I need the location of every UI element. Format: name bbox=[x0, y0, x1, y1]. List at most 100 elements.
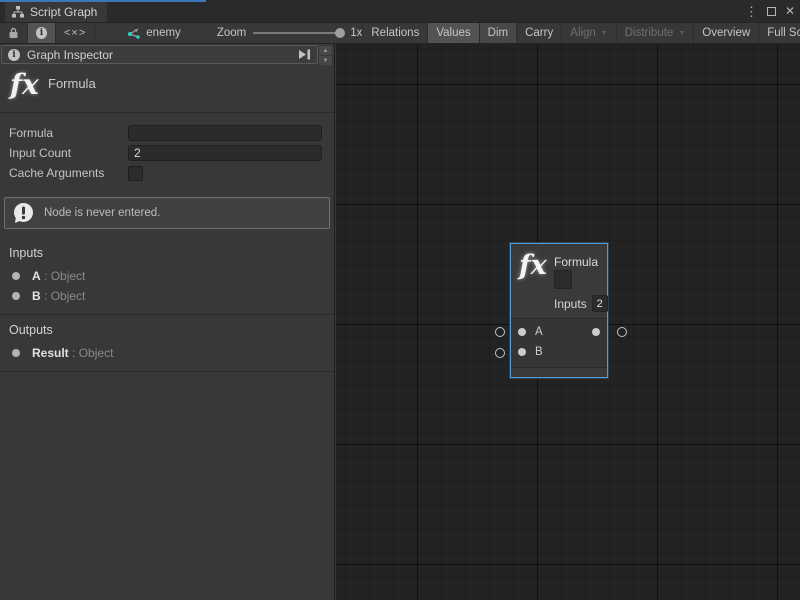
zoom-value: 1x bbox=[350, 27, 362, 39]
warning-box: Node is never entered. bbox=[4, 197, 330, 229]
inputs-section-header: Inputs bbox=[0, 244, 334, 266]
node-inputs-label: Inputs bbox=[554, 297, 587, 311]
graph-toolbar: i <×> enemy Zoom 1x Relations Values Dim… bbox=[0, 22, 800, 44]
maximize-icon[interactable] bbox=[767, 7, 776, 16]
port-text: A : Object bbox=[32, 269, 85, 283]
port-row-b: B : Object bbox=[0, 286, 334, 306]
graph-name: enemy bbox=[146, 27, 181, 39]
graph-inspector-panel: i Graph Inspector ▲ ▼ fx Formula Formula… bbox=[0, 44, 335, 600]
inspected-node-title-block: fx Formula bbox=[0, 64, 334, 113]
port-dot-icon bbox=[12, 292, 20, 300]
port-name: A bbox=[32, 269, 41, 283]
external-port-result[interactable] bbox=[617, 327, 627, 337]
port-text: Result : Object bbox=[32, 346, 113, 360]
input-count-input[interactable] bbox=[128, 145, 322, 161]
graph-breadcrumb[interactable]: enemy bbox=[117, 23, 191, 43]
inspector-fields: Formula Input Count Cache Arguments bbox=[0, 113, 334, 187]
tab-label: Script Graph bbox=[30, 5, 97, 19]
warning-text: Node is never entered. bbox=[44, 207, 160, 219]
toolbar-right-group: Relations Values Dim Carry Align ▼ Distr… bbox=[362, 23, 800, 43]
window-controls: ⋮ ✕ bbox=[745, 0, 795, 22]
formula-node-header: fx Formula Inputs 2 bbox=[511, 244, 607, 318]
fullscreen-button[interactable]: Full Screen bbox=[759, 23, 800, 43]
node-port-a-label: A bbox=[535, 326, 543, 338]
cache-arguments-field-row: Cache Arguments bbox=[0, 163, 334, 183]
port-type: : Object bbox=[44, 269, 85, 283]
distribute-dropdown[interactable]: Distribute ▼ bbox=[617, 23, 695, 43]
inspector-header: i Graph Inspector ▲ ▼ bbox=[1, 45, 318, 64]
node-port-b-label: B bbox=[535, 346, 543, 358]
external-port-a[interactable] bbox=[495, 327, 505, 337]
relations-button[interactable]: Relations bbox=[362, 23, 428, 43]
zoom-slider-handle[interactable] bbox=[335, 28, 345, 38]
node-port-row-b: B bbox=[511, 342, 607, 362]
port-dot-icon bbox=[12, 349, 20, 357]
graph-icon bbox=[127, 27, 140, 39]
port-type: : Object bbox=[44, 289, 85, 303]
edit-source-button[interactable]: <×> bbox=[56, 23, 95, 43]
node-input-count-input[interactable]: 2 bbox=[592, 295, 608, 312]
formula-node-footer bbox=[511, 367, 607, 377]
port-text: B : Object bbox=[32, 289, 85, 303]
distribute-label: Distribute bbox=[625, 27, 674, 39]
tab-script-graph[interactable]: Script Graph bbox=[5, 2, 107, 22]
formula-field-row: Formula bbox=[0, 123, 334, 143]
chevron-down-icon: ▼ bbox=[601, 30, 608, 37]
close-icon[interactable]: ✕ bbox=[785, 5, 795, 17]
overview-button[interactable]: Overview bbox=[694, 23, 759, 43]
zoom-slider[interactable] bbox=[253, 32, 343, 34]
graph-canvas[interactable]: fx Formula Inputs 2 A B bbox=[336, 44, 800, 600]
node-port-result[interactable] bbox=[592, 328, 600, 336]
node-port-a[interactable] bbox=[518, 328, 526, 336]
input-count-field-label: Input Count bbox=[9, 146, 128, 160]
zoom-control: Zoom 1x bbox=[217, 23, 363, 43]
formula-node[interactable]: fx Formula Inputs 2 A B bbox=[510, 243, 608, 378]
external-port-b[interactable] bbox=[495, 348, 505, 358]
ports-sections: Inputs A : Object B : Object Outputs bbox=[0, 238, 334, 372]
chevron-down-icon: ▼ bbox=[678, 30, 685, 37]
formula-field-label: Formula bbox=[9, 126, 128, 140]
formula-node-ports: A B bbox=[511, 318, 607, 367]
lock-button[interactable] bbox=[0, 23, 28, 43]
spinner-up-button[interactable]: ▲ bbox=[319, 46, 332, 55]
window-menu-icon[interactable]: ⋮ bbox=[745, 5, 758, 18]
carry-button[interactable]: Carry bbox=[517, 23, 562, 43]
lock-icon bbox=[8, 27, 19, 39]
align-label: Align bbox=[570, 27, 596, 39]
info-icon: i bbox=[36, 27, 47, 39]
formula-fx-icon: fx bbox=[519, 250, 547, 281]
formula-node-title: Formula bbox=[554, 255, 598, 269]
code-icon: <×> bbox=[64, 27, 86, 39]
port-row-result: Result : Object bbox=[0, 343, 334, 363]
node-port-b[interactable] bbox=[518, 348, 526, 356]
zoom-label: Zoom bbox=[217, 27, 246, 39]
script-graph-icon bbox=[12, 6, 24, 18]
inspector-header-label: Graph Inspector bbox=[27, 48, 291, 62]
dock-icon bbox=[298, 49, 311, 60]
formula-fx-icon: fx bbox=[10, 68, 39, 101]
title-bar: Script Graph ⋮ ✕ bbox=[0, 0, 800, 22]
cache-arguments-checkbox[interactable] bbox=[128, 166, 143, 181]
dock-sidebar-button[interactable] bbox=[298, 49, 311, 60]
node-inputs-row: Inputs 2 bbox=[554, 295, 608, 312]
formula-input[interactable] bbox=[128, 125, 322, 141]
cache-arguments-field-label: Cache Arguments bbox=[9, 166, 128, 180]
dim-button[interactable]: Dim bbox=[480, 23, 517, 43]
panel-spinner: ▲ ▼ bbox=[319, 46, 332, 65]
inputs-section: Inputs A : Object B : Object bbox=[0, 238, 334, 314]
info-icon: i bbox=[8, 49, 20, 61]
port-name: B bbox=[32, 289, 41, 303]
values-button[interactable]: Values bbox=[428, 23, 479, 43]
node-formula-input[interactable] bbox=[554, 270, 572, 289]
outputs-section-header: Outputs bbox=[0, 321, 334, 343]
inspector-toggle-button[interactable]: i bbox=[28, 23, 56, 43]
align-dropdown[interactable]: Align ▼ bbox=[562, 23, 617, 43]
port-row-a: A : Object bbox=[0, 266, 334, 286]
port-type: : Object bbox=[72, 346, 113, 360]
port-name: Result bbox=[32, 346, 69, 360]
outputs-section: Outputs Result : Object bbox=[0, 314, 334, 371]
port-dot-icon bbox=[12, 272, 20, 280]
inspected-node-title: Formula bbox=[48, 76, 96, 91]
warning-bubble-icon bbox=[12, 202, 35, 225]
input-count-field-row: Input Count bbox=[0, 143, 334, 163]
